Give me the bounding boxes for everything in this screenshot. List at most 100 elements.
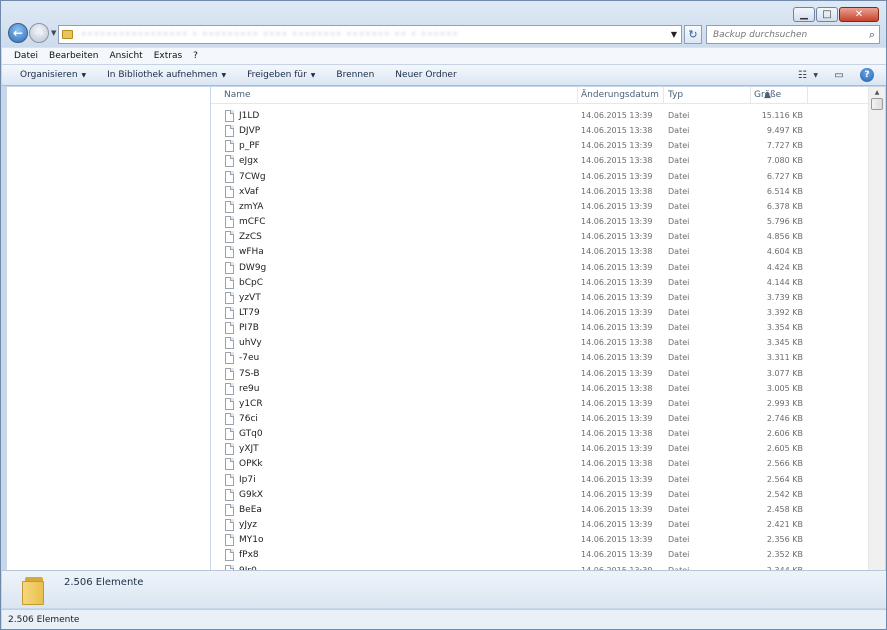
file-row[interactable]: PI7B 14.06.2015 13:39 Datei 3.354 KB (211, 321, 868, 336)
file-row[interactable]: uhVy 14.06.2015 13:38 Datei 3.345 KB (211, 336, 868, 351)
new-folder-button[interactable]: Neuer Ordner (395, 70, 456, 80)
column-divider[interactable] (807, 87, 808, 104)
file-size: 4.144 KB (766, 277, 803, 287)
file-row[interactable]: -7eu 14.06.2015 13:39 Datei 3.311 KB (211, 351, 868, 366)
file-row[interactable]: fPx8 14.06.2015 13:39 Datei 2.352 KB (211, 548, 868, 563)
file-list[interactable]: Name Änderungsdatum Typ Größe ▲ J1LD 14.0… (211, 87, 868, 570)
close-button[interactable]: ✕ (839, 7, 879, 22)
file-date: 14.06.2015 13:39 (581, 414, 653, 423)
organize-button[interactable]: Organisieren ▼ (20, 70, 86, 80)
file-row[interactable]: DJVP 14.06.2015 13:38 Datei 9.497 KB (211, 124, 868, 139)
file-row[interactable]: OPKk 14.06.2015 13:38 Datei 2.566 KB (211, 457, 868, 472)
file-row[interactable]: mCFC 14.06.2015 13:39 Datei 5.796 KB (211, 215, 868, 230)
file-row[interactable]: MY1o 14.06.2015 13:39 Datei 2.356 KB (211, 533, 868, 548)
file-date: 14.06.2015 13:39 (581, 232, 653, 242)
file-type: Datei (668, 307, 690, 317)
refresh-button[interactable]: ↻ (684, 25, 702, 44)
file-size: 9.497 KB (766, 126, 803, 136)
file-name: yXJT (239, 444, 259, 455)
file-type: Datei (668, 520, 690, 530)
address-path[interactable]: ••••••••••••••••• • ••••••••• •••• •••••… (81, 30, 641, 40)
file-size: 4.856 KB (766, 232, 803, 242)
file-row[interactable]: G9kX 14.06.2015 13:39 Datei 2.542 KB (211, 488, 868, 503)
file-name: y1CR (239, 398, 263, 409)
scroll-thumb[interactable] (871, 98, 883, 110)
search-icon[interactable]: ⌕ (869, 28, 875, 42)
file-date: 14.06.2015 13:39 (581, 292, 653, 302)
column-type[interactable]: Typ (668, 90, 683, 100)
column-date[interactable]: Änderungsdatum (581, 90, 659, 100)
details-item-count: 2.506 Elemente (64, 577, 144, 588)
file-row[interactable]: xVaf 14.06.2015 13:38 Datei 6.514 KB (211, 185, 868, 200)
dropdown-arrow-icon: ▼ (310, 72, 316, 79)
search-input[interactable] (713, 29, 863, 40)
file-icon (225, 276, 234, 289)
file-size: 2.993 KB (766, 398, 803, 408)
file-row[interactable]: eJgx 14.06.2015 13:38 Datei 7.080 KB (211, 154, 868, 169)
vertical-scrollbar[interactable]: ▲ (868, 87, 885, 570)
minimize-button[interactable]: ▁ (793, 7, 815, 22)
file-row[interactable]: J1LD 14.06.2015 13:39 Datei 15.116 KB (211, 109, 868, 124)
recent-pages-dropdown[interactable]: ▼ (51, 29, 56, 37)
file-row[interactable]: y1CR 14.06.2015 13:39 Datei 2.993 KB (211, 397, 868, 412)
arrow-right-icon: → (33, 26, 45, 40)
file-row[interactable]: re9u 14.06.2015 13:38 Datei 3.005 KB (211, 382, 868, 397)
file-row[interactable]: ZzCS 14.06.2015 13:39 Datei 4.856 KB (211, 230, 868, 245)
file-row[interactable]: yXJT 14.06.2015 13:39 Datei 2.605 KB (211, 442, 868, 457)
forward-button[interactable]: → (29, 23, 49, 43)
menu-extras[interactable]: Extras (154, 51, 182, 61)
include-in-library-button[interactable]: In Bibliothek aufnehmen ▼ (107, 70, 226, 80)
column-divider[interactable] (577, 87, 578, 104)
details-pane: 2.506 Elemente (2, 570, 886, 608)
column-divider[interactable] (663, 87, 664, 104)
column-divider[interactable] (750, 87, 751, 104)
column-headers: Name Änderungsdatum Typ Größe ▲ (211, 87, 868, 104)
file-row[interactable]: p_PF 14.06.2015 13:39 Datei 7.727 KB (211, 139, 868, 154)
file-type: Datei (668, 262, 690, 272)
file-size: 6.514 KB (766, 186, 803, 196)
address-bar[interactable]: ••••••••••••••••• • ••••••••• •••• •••••… (58, 25, 682, 44)
navigation-pane[interactable] (7, 87, 210, 570)
back-button[interactable]: ← (8, 23, 28, 43)
preview-pane-icon[interactable]: ▭ (832, 68, 846, 82)
file-row[interactable]: yJyz 14.06.2015 13:39 Datei 2.421 KB (211, 518, 868, 533)
help-icon[interactable]: ? (860, 68, 874, 82)
maximize-button[interactable]: □ (816, 7, 838, 22)
file-row[interactable]: BeEa 14.06.2015 13:39 Datei 2.458 KB (211, 503, 868, 518)
search-box[interactable]: ⌕ (706, 25, 880, 44)
view-options-icon[interactable]: ☷ (795, 68, 809, 82)
column-name[interactable]: Name (224, 90, 251, 100)
file-row[interactable]: bCpC 14.06.2015 13:39 Datei 4.144 KB (211, 276, 868, 291)
file-row[interactable]: GTq0 14.06.2015 13:38 Datei 2.606 KB (211, 427, 868, 442)
file-row[interactable]: DW9g 14.06.2015 13:39 Datei 4.424 KB (211, 261, 868, 276)
file-row[interactable]: Ip7i 14.06.2015 13:39 Datei 2.564 KB (211, 473, 868, 488)
file-size: 3.354 KB (766, 323, 803, 333)
menu-ansicht[interactable]: Ansicht (109, 51, 142, 61)
file-icon (225, 413, 234, 425)
menu-help[interactable]: ? (193, 51, 198, 61)
menu-bearbeiten[interactable]: Bearbeiten (49, 51, 98, 61)
file-row[interactable]: LT79 14.06.2015 13:39 Datei 3.392 KB (211, 306, 868, 321)
file-row[interactable]: wFHa 14.06.2015 13:38 Datei 4.604 KB (211, 245, 868, 260)
file-date: 14.06.2015 13:39 (581, 307, 653, 317)
burn-button[interactable]: Brennen (336, 70, 374, 80)
file-icon (225, 110, 234, 122)
file-name: OPKk (239, 459, 263, 470)
file-row[interactable]: 76ci 14.06.2015 13:39 Datei 2.746 KB (211, 412, 868, 427)
view-dropdown-icon[interactable]: ▼ (813, 72, 818, 79)
file-row[interactable]: 7CWg 14.06.2015 13:39 Datei 6.727 KB (211, 170, 868, 185)
file-row[interactable]: zmYA 14.06.2015 13:39 Datei 6.378 KB (211, 200, 868, 215)
file-type: Datei (668, 489, 690, 499)
file-size: 2.605 KB (766, 444, 803, 454)
file-name: uhVy (239, 338, 262, 349)
address-dropdown-icon[interactable]: ▼ (671, 30, 677, 39)
menu-datei[interactable]: Datei (14, 51, 38, 61)
share-with-button[interactable]: Freigeben für ▼ (247, 70, 315, 80)
file-row[interactable]: yzVT 14.06.2015 13:39 Datei 3.739 KB (211, 291, 868, 306)
scroll-up-icon[interactable]: ▲ (869, 87, 885, 98)
file-name: J1LD (239, 111, 260, 121)
folder-icon (22, 577, 46, 605)
file-name: 7S-B (239, 368, 260, 379)
file-name: GTq0 (239, 429, 263, 440)
file-row[interactable]: 7S-B 14.06.2015 13:39 Datei 3.077 KB (211, 367, 868, 382)
